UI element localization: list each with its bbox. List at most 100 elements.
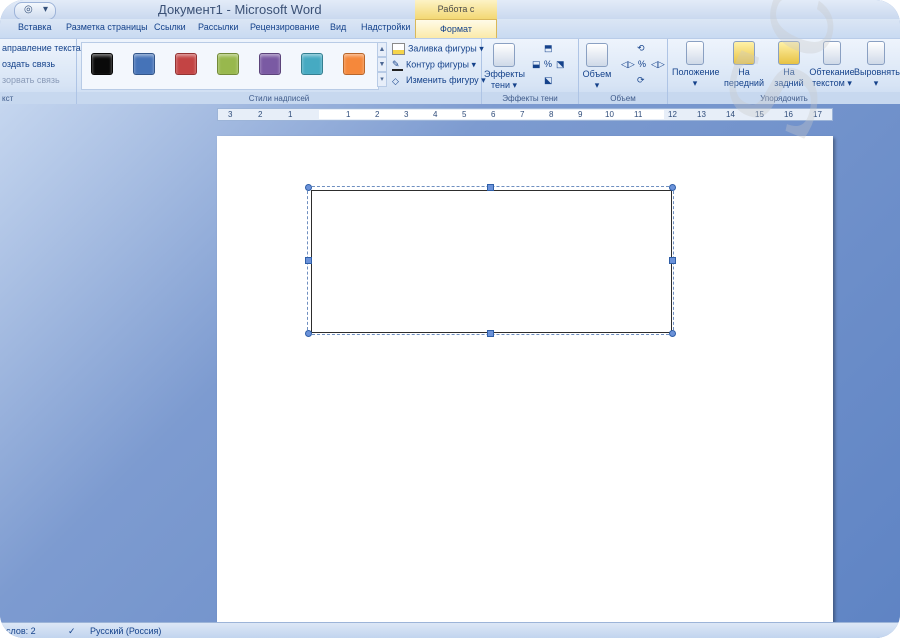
wrap-icon: [823, 41, 841, 65]
ruler-tick: 4: [433, 110, 438, 119]
office-logo-icon[interactable]: ◎: [24, 4, 33, 15]
qat-dropdown-icon[interactable]: ▾: [43, 4, 48, 15]
textbox[interactable]: [311, 190, 672, 333]
text-group: аправление текста оздать связь зорвать с…: [0, 39, 81, 105]
gallery-down-icon[interactable]: ▼: [377, 57, 387, 72]
3d-toggle-icon[interactable]: %: [638, 59, 646, 69]
shape-outline-button[interactable]: ✎ Контур фигуры ▾: [392, 59, 476, 71]
style-swatch-orange[interactable]: [343, 53, 365, 75]
style-swatch-red[interactable]: [175, 53, 197, 75]
ruler-tick: 14: [726, 110, 735, 119]
shape-fill-button[interactable]: Заливка фигуры ▾: [392, 43, 484, 55]
ruler-tick: 10: [605, 110, 614, 119]
ruler-tick: 3: [404, 110, 409, 119]
tab-addins[interactable]: Надстройки: [361, 22, 410, 32]
tilt-right-icon[interactable]: ◁▷: [651, 59, 665, 70]
shadow-toggle-icon[interactable]: %: [544, 59, 552, 69]
ruler-tick: 1: [288, 110, 293, 119]
3d-effects-group: Объем ▾ ⟲ ◁▷ % ◁▷ ⟳ Объем: [579, 39, 668, 105]
tab-view[interactable]: Вид: [330, 22, 346, 32]
3d-effects-label: Объем: [582, 69, 612, 79]
tab-format[interactable]: Формат: [415, 19, 497, 38]
style-swatch-green[interactable]: [217, 53, 239, 75]
tilt-left-icon[interactable]: ◁▷: [621, 59, 635, 70]
ruler-tick: 8: [549, 110, 554, 119]
tab-mailings[interactable]: Рассылки: [198, 22, 238, 32]
resize-handle-bottom[interactable]: [487, 330, 494, 337]
resize-handle-left[interactable]: [305, 257, 312, 264]
3d-effects-button[interactable]: Объем ▾: [581, 43, 613, 91]
resize-handle-right[interactable]: [669, 257, 676, 264]
ruler-tick: 3: [228, 110, 233, 119]
language-indicator[interactable]: Русский (Россия): [90, 626, 161, 636]
ruler-tick: 5: [462, 110, 467, 119]
tab-review[interactable]: Рецензирование: [250, 22, 320, 32]
ruler-tick: 2: [375, 110, 380, 119]
shadow-effects-group: Эффекты тени ▾ ⬒ ⬓ % ⬔ ⬕ Эффекты тени: [482, 39, 579, 105]
shadow-effects-label: Эффекты тени: [484, 69, 525, 90]
shadow-nudge-right-icon[interactable]: ⬔: [556, 59, 565, 70]
ruler-tick: 6: [491, 110, 496, 119]
change-shape-button[interactable]: ◇ Изменить фигуру ▾: [392, 75, 486, 86]
style-swatch-black[interactable]: [91, 53, 113, 75]
ruler-tick: 13: [697, 110, 706, 119]
shadow-nudge-down-icon[interactable]: ⬕: [544, 75, 553, 86]
shape-outline-label: Контур фигуры: [406, 59, 469, 70]
document-title: Документ1 - Microsoft Word: [158, 2, 322, 17]
shadow-nudge-up-icon[interactable]: ⬒: [544, 43, 553, 54]
tilt-down-icon[interactable]: ⟳: [637, 75, 645, 86]
style-swatch-blue[interactable]: [133, 53, 155, 75]
word-count[interactable]: слов: 2: [6, 626, 36, 636]
resize-handle-top[interactable]: [487, 184, 494, 191]
resize-handle-bottom-left[interactable]: [305, 330, 312, 337]
create-link-button[interactable]: оздать связь: [2, 59, 55, 69]
break-link-button[interactable]: зорвать связь: [2, 75, 60, 85]
style-gallery: [81, 42, 379, 90]
horizontal-ruler[interactable]: 3 2 1 1 2 3 4 5 6 7 8 9 10 11 12 13 14 1…: [217, 108, 833, 121]
paint-bucket-icon: [392, 43, 405, 55]
tab-references[interactable]: Ссылки: [154, 22, 186, 32]
contextual-tab-title: Работа с надписями: [415, 0, 497, 33]
position-label: Положение: [672, 67, 720, 77]
text-wrap-label: Обтекание текстом: [809, 67, 855, 88]
ruler-tick: 15: [755, 110, 764, 119]
ruler-tick: 12: [668, 110, 677, 119]
send-back-icon: [778, 41, 800, 65]
resize-handle-top-right[interactable]: [669, 184, 676, 191]
cube-icon: [586, 43, 608, 67]
gallery-more-icon[interactable]: ▾: [377, 72, 387, 87]
text-wrap-button[interactable]: Обтекание текстом ▾: [809, 41, 855, 89]
word-window: ◎ ▾ Документ1 - Microsoft Word Работа с …: [0, 0, 900, 638]
spellcheck-icon[interactable]: ✓: [68, 626, 76, 637]
tilt-up-icon[interactable]: ⟲: [637, 43, 645, 54]
ruler-tick: 1: [346, 110, 351, 119]
style-swatch-teal[interactable]: [301, 53, 323, 75]
align-button[interactable]: Выровнять ▾: [854, 41, 900, 89]
ribbon: аправление текста оздать связь зорвать с…: [0, 38, 900, 106]
ruler-tick: 9: [578, 110, 583, 119]
tab-insert[interactable]: Вставка: [18, 22, 51, 32]
status-bar: слов: 2 ✓ Русский (Россия): [0, 622, 900, 638]
tab-page-layout[interactable]: Разметка страницы: [66, 22, 148, 32]
bring-front-icon: [733, 41, 755, 65]
style-swatch-purple[interactable]: [259, 53, 281, 75]
position-icon: [686, 41, 704, 65]
shadow-icon: [493, 43, 515, 67]
change-shape-label: Изменить фигуру: [406, 75, 479, 85]
quick-access-toolbar[interactable]: ◎ ▾: [14, 2, 56, 20]
pencil-icon: ✎: [392, 59, 403, 71]
position-button[interactable]: Положение ▾: [672, 41, 720, 89]
gallery-up-icon[interactable]: ▲: [377, 42, 387, 57]
align-icon: [867, 41, 885, 65]
ruler-tick: 11: [634, 110, 643, 119]
ruler-tick: 17: [813, 110, 822, 119]
arrange-group: Положение ▾ На передний план ▾ На задний…: [668, 39, 900, 105]
resize-handle-top-left[interactable]: [305, 184, 312, 191]
shadow-effects-button[interactable]: Эффекты тени ▾: [484, 43, 525, 91]
resize-handle-bottom-right[interactable]: [669, 330, 676, 337]
shadow-nudge-left-icon[interactable]: ⬓: [532, 59, 541, 70]
shape-fill-label: Заливка фигуры: [408, 43, 477, 54]
shapes-icon: ◇: [392, 75, 399, 86]
gallery-scroll: ▲ ▼ ▾: [377, 42, 387, 88]
text-direction-button[interactable]: аправление текста: [2, 43, 81, 53]
